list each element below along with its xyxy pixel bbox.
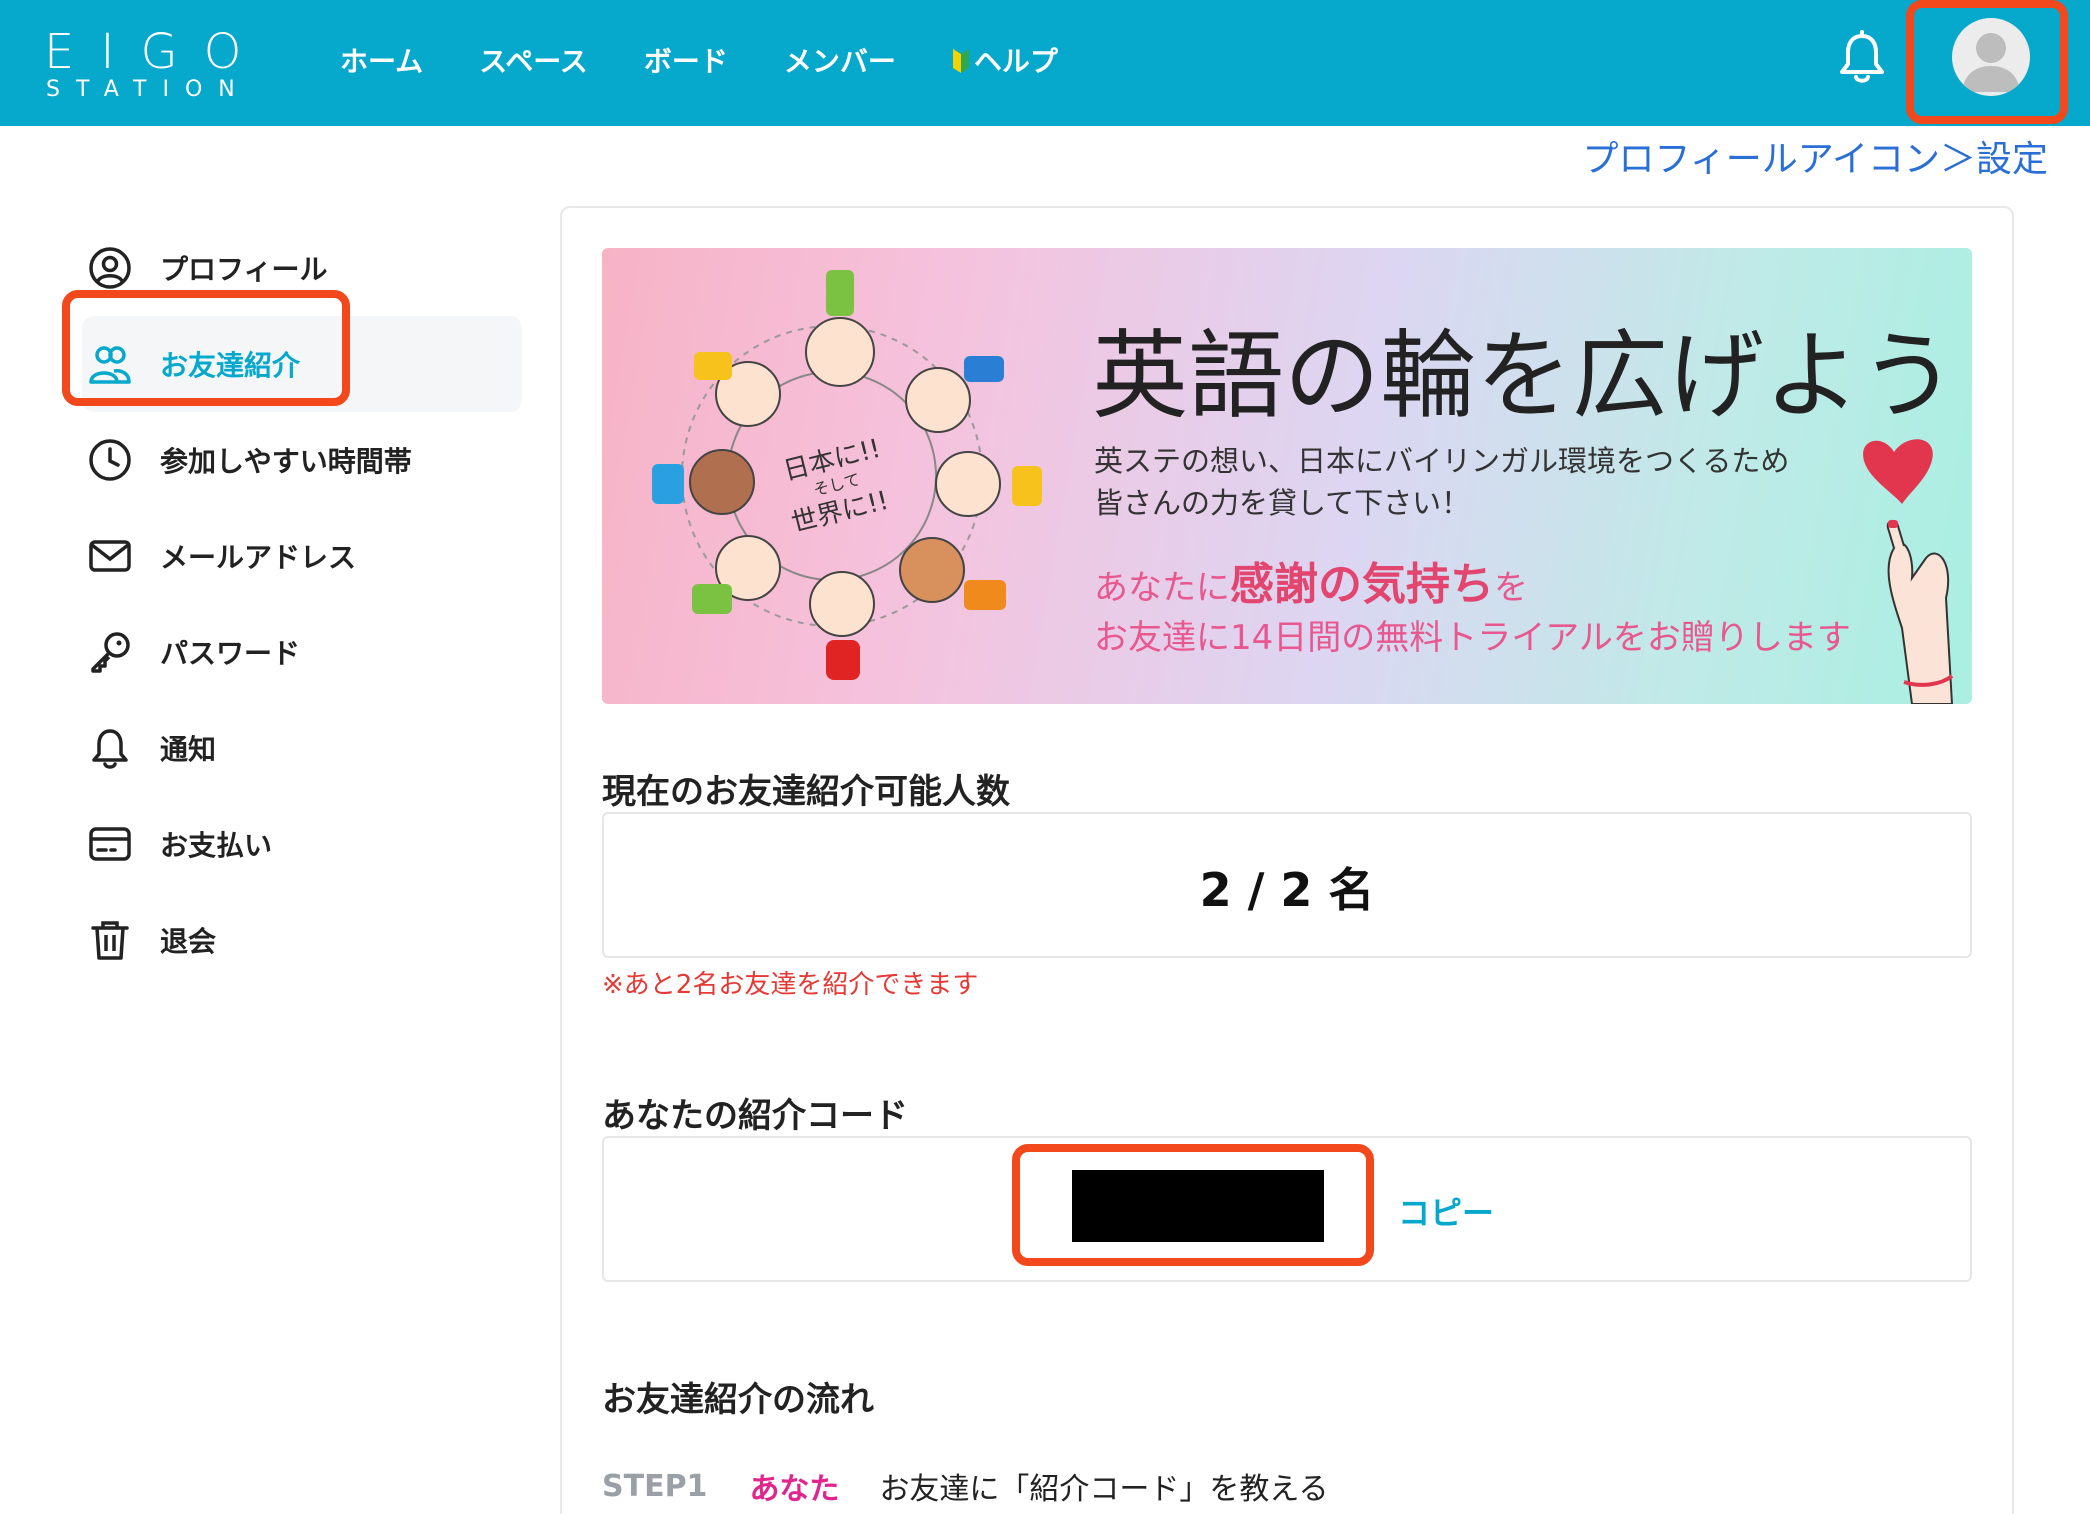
logo-sub-text: STATION (46, 77, 251, 102)
sidebar-item-available-time[interactable]: 参加しやすい時間帯 (82, 412, 522, 508)
bell-icon (92, 729, 128, 769)
heart-hand-illustration (1863, 439, 1954, 704)
thanks-pre: あなたに (1094, 568, 1230, 608)
referral-count-title: 現在のお友達紹介可能人数 (602, 772, 1010, 812)
user-circle-icon (89, 247, 131, 289)
step-number: STEP1 (602, 1468, 708, 1504)
referral-count-value: 2 / 2 名 (1199, 863, 1375, 917)
nav-members[interactable]: メンバー (784, 42, 896, 82)
banner-thanks-message: あなたに感謝の気持ちを お友達に14日間の無料トライアルをお贈りします (1094, 560, 1851, 663)
sidebar-item-payment[interactable]: お支払い (82, 796, 522, 892)
credit-card-icon (89, 827, 131, 861)
clock-icon (89, 439, 131, 481)
sidebar-item-label: プロフィール (160, 253, 328, 286)
sidebar-item-withdraw[interactable]: 退会 (82, 892, 522, 988)
notification-bell-icon[interactable] (1838, 30, 1886, 86)
referral-highlight-frame (62, 290, 350, 406)
referral-flow-title: お友達紹介の流れ (602, 1380, 874, 1420)
banner-sub-line2: 皆さんの力を貸して下さい！ (1094, 486, 1471, 520)
sidebar-item-email[interactable]: メールアドレス (82, 508, 522, 604)
logo-main-text: EIGO (44, 24, 268, 80)
referral-remaining-note: ※あと2名お友達を紹介できます (602, 970, 979, 1000)
nav-help[interactable]: ヘルプ (952, 42, 1058, 82)
step-description: お友達に「紹介コード」を教える (879, 1472, 1329, 1507)
children-circle-illustration: 日本に!! そして 世界に!! (652, 270, 1042, 680)
circle-text-3: 世界に!! (788, 486, 891, 539)
referral-count-box: 2 / 2 名 (602, 812, 1972, 958)
referral-banner: 日本に!! そして 世界に!! 英語の輪を広げよう 英ステの想い、日本にバイリン… (602, 248, 1972, 704)
main-nav: ホーム スペース ボード メンバー ヘルプ (340, 42, 1058, 82)
key-icon (91, 632, 130, 673)
eigo-station-logo[interactable]: EIGO STATION (44, 26, 267, 102)
banner-title: 英語の輪を広げよう (1092, 320, 1956, 432)
avatar-highlight-frame (1906, 0, 2068, 124)
top-header: EIGO STATION ホーム スペース ボード メンバー ヘルプ (0, 0, 2090, 126)
code-highlight-frame (1012, 1144, 1374, 1266)
nav-space[interactable]: スペース (479, 42, 588, 82)
mail-icon (89, 540, 131, 572)
sidebar-item-notification[interactable]: 通知 (82, 700, 522, 796)
copy-code-button[interactable]: コピー (1398, 1188, 1494, 1234)
referral-code-title: あなたの紹介コード (602, 1096, 908, 1136)
nav-help-label: ヘルプ (973, 45, 1058, 78)
instruction-caption: プロフィールアイコン＞設定 (1582, 139, 2048, 180)
sidebar-item-password[interactable]: パスワード (82, 604, 522, 700)
flow-step-1: STEP1 あなた お友達に「紹介コード」を教える (602, 1464, 1329, 1508)
banner-subtitle: 英ステの想い、日本にバイリンガル環境をつくるため 皆さんの力を貸して下さい！ (1094, 440, 1789, 524)
banner-sub-line1: 英ステの想い、日本にバイリンガル環境をつくるため (1094, 444, 1790, 478)
thanks-emphasis: 感謝の気持ち (1230, 559, 1494, 610)
sidebar-item-label: 参加しやすい時間帯 (160, 445, 412, 478)
sidebar-item-label: 退会 (160, 925, 217, 958)
sidebar-item-label: パスワード (160, 637, 301, 670)
trial-message: お友達に14日間の無料トライアルをお贈りします (1094, 618, 1851, 658)
sidebar-item-label: メールアドレス (160, 541, 357, 574)
nav-home[interactable]: ホーム (340, 42, 423, 82)
trash-icon (91, 921, 129, 960)
sidebar-item-label: 通知 (160, 733, 217, 766)
step-actor: あなた (749, 1472, 840, 1507)
thanks-post: を (1494, 568, 1528, 608)
nav-board[interactable]: ボード (644, 42, 728, 82)
sidebar-item-label: お支払い (160, 829, 273, 862)
beginner-mark-icon (952, 49, 969, 73)
